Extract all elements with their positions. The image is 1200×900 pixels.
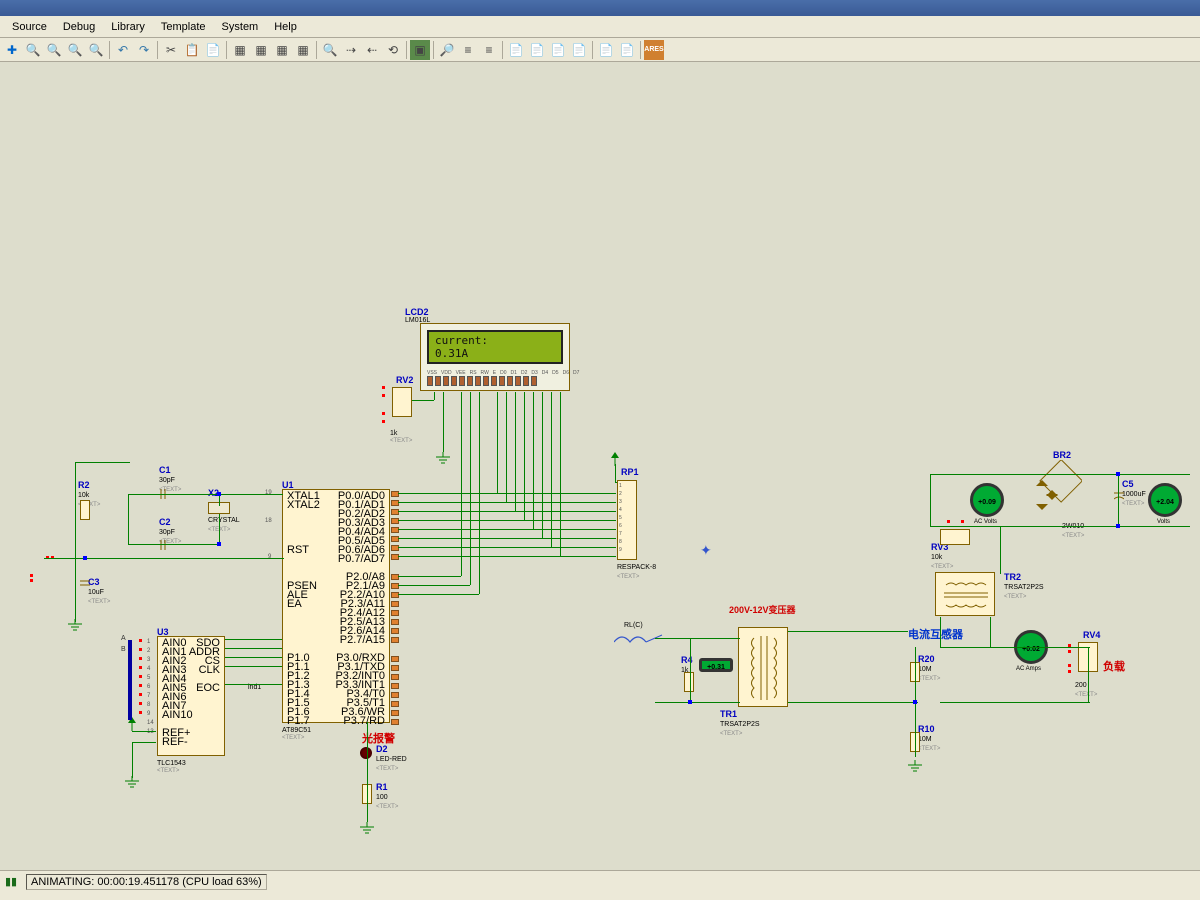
meter-ac-volts-lbl: AC Volts (974, 519, 997, 525)
comp-u3[interactable]: AIN0SDO AIN1ADDR AIN2CS AIN3CLK AIN4 AIN… (157, 636, 225, 756)
relay-label: RL(C) (624, 622, 643, 629)
menu-library[interactable]: Library (103, 19, 153, 35)
menubar: Source Debug Library Template System Hel… (0, 16, 1200, 38)
tool-doc3[interactable]: 📄 (548, 40, 568, 60)
tool-block4[interactable]: ▦ (293, 40, 313, 60)
tool-doc4[interactable]: 📄 (569, 40, 589, 60)
comp-c2-ref: C2 (159, 517, 171, 527)
comp-c1-ref: C1 (159, 465, 171, 475)
comp-br2-ref: BR2 (1053, 450, 1071, 460)
trans-label: 200V-12V变压器 (729, 603, 796, 616)
tool-zoom-in[interactable]: 🔍 (23, 40, 43, 60)
meter-volts[interactable]: +2.04 (1148, 483, 1182, 517)
comp-rv2-ref: RV2 (396, 375, 413, 385)
tool-undo[interactable]: ↶ (113, 40, 133, 60)
comp-rp1-ref: RP1 (621, 467, 639, 477)
tool-zoom-out[interactable]: 🔍 (44, 40, 64, 60)
comp-r20-ref: R20 (918, 654, 935, 664)
comp-tr1-ref: TR1 (720, 709, 737, 719)
comp-r1-ref: R1 (376, 782, 388, 792)
lcd-screen: current: 0.31A (427, 330, 563, 364)
statusbar: ▮▮ ANIMATING: 00:00:19.451178 (CPU load … (0, 870, 1200, 892)
comp-r2-ref: R2 (78, 480, 90, 490)
tool-search[interactable]: 🔍 (320, 40, 340, 60)
toolbar: ✚ 🔍 🔍 🔍 🔍 ↶ ↷ ✂ 📋 📄 ▦ ▦ ▦ ▦ 🔍 ⇢ ⇠ ⟲ ▣ 🔎 … (0, 38, 1200, 62)
comp-br2[interactable] (1012, 460, 1082, 530)
sim-stop-button[interactable]: ▮▮ (4, 875, 18, 889)
comp-tr2[interactable] (935, 572, 995, 616)
schematic-canvas[interactable]: LCD2 LM016L current: 0.31A VSSVDDVEERSRW… (0, 62, 1200, 870)
meter-ac-amps-lbl: AC Amps (1016, 666, 1041, 672)
tool-redo[interactable]: ↷ (134, 40, 154, 60)
comp-r2[interactable] (80, 500, 90, 520)
tool-block2[interactable]: ▦ (251, 40, 271, 60)
tool-doc1[interactable]: 📄 (506, 40, 526, 60)
menu-template[interactable]: Template (153, 19, 214, 35)
tool-list2[interactable]: ≡ (479, 40, 499, 60)
tool-right[interactable]: ⇢ (341, 40, 361, 60)
tool-paste[interactable]: 📄 (203, 40, 223, 60)
meter-r4[interactable]: +0.31 (699, 658, 733, 672)
comp-r10-ref: R10 (918, 724, 935, 734)
tool-ares[interactable]: ARES (644, 40, 664, 60)
meter-ac-volts[interactable]: +0.09 (970, 483, 1004, 517)
tool-doc6[interactable]: 📄 (617, 40, 637, 60)
comp-u1[interactable]: XTAL1P0.0/AD0 XTAL2P0.1/AD1 P0.2/AD2 P0.… (282, 489, 390, 723)
tool-doc5[interactable]: 📄 (596, 40, 616, 60)
tool-green[interactable]: ▣ (410, 40, 430, 60)
tool-copy[interactable]: 📋 (182, 40, 202, 60)
tool-doc2[interactable]: 📄 (527, 40, 547, 60)
ct-label: 电流互感器 (908, 626, 963, 642)
menu-source[interactable]: Source (4, 19, 55, 35)
comp-d2[interactable] (360, 747, 372, 759)
menu-help[interactable]: Help (266, 19, 305, 35)
comp-d2-ref: D2 (376, 744, 388, 754)
load-label: 负载 (1103, 658, 1125, 674)
tool-zoom-all[interactable]: 🔍 (65, 40, 85, 60)
tool-cut[interactable]: ✂ (161, 40, 181, 60)
tool-block3[interactable]: ▦ (272, 40, 292, 60)
cursor-marker: ✦ (700, 542, 712, 559)
comp-tr2-ref: TR2 (1004, 572, 1021, 582)
comp-rv4-ref: RV4 (1083, 630, 1100, 640)
tool-list1[interactable]: ≡ (458, 40, 478, 60)
tool-find[interactable]: 🔎 (437, 40, 457, 60)
tool-refresh[interactable]: ⟲ (383, 40, 403, 60)
status-animating: ANIMATING: 00:00:19.451178 (CPU load 63%… (26, 874, 267, 890)
meter-volts-lbl: Volts (1157, 519, 1170, 525)
tool-place[interactable]: ✚ (2, 40, 22, 60)
window-titlebar (0, 0, 1200, 16)
comp-tr1[interactable] (738, 627, 788, 707)
comp-rv2[interactable] (392, 387, 412, 417)
comp-ind1: ind1 (248, 684, 261, 691)
tool-left[interactable]: ⇠ (362, 40, 382, 60)
menu-system[interactable]: System (214, 19, 267, 35)
comp-lcd2-ref: LCD2 (405, 307, 430, 317)
comp-r4[interactable] (684, 672, 694, 692)
menu-debug[interactable]: Debug (55, 19, 103, 35)
comp-rv3[interactable] (940, 529, 970, 545)
tool-block1[interactable]: ▦ (230, 40, 250, 60)
tool-zoom-area[interactable]: 🔍 (86, 40, 106, 60)
comp-rp1[interactable]: 123456789 (617, 480, 637, 560)
comp-lcd2[interactable]: current: 0.31A VSSVDDVEERSRWED0D1D2D3D4D… (420, 323, 570, 391)
comp-rp1-dev: RESPACK-8 (617, 564, 656, 571)
